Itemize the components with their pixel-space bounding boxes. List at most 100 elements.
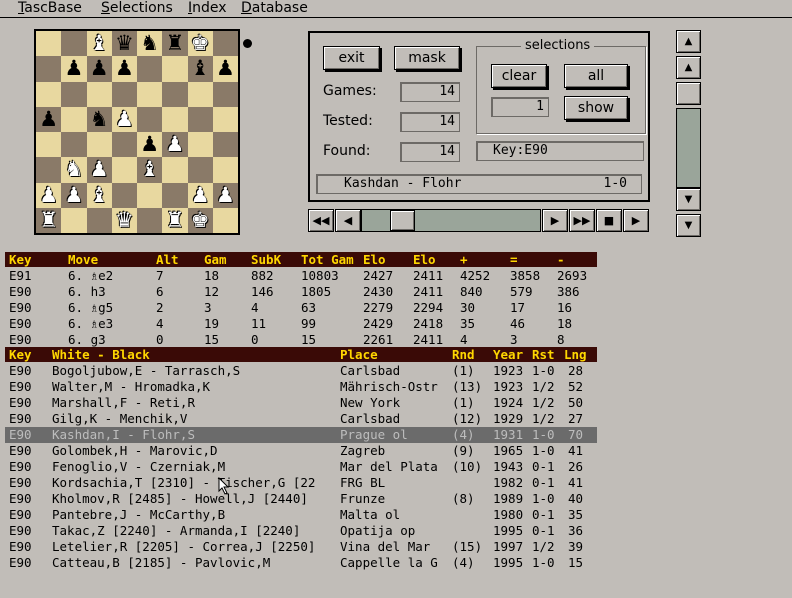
scroll-down-button[interactable]: ▼	[676, 188, 701, 211]
black-pawn-icon[interactable]: ♟	[115, 58, 134, 79]
all-button[interactable]: all	[564, 64, 628, 88]
board-square[interactable]: ♟	[36, 106, 62, 132]
board-square[interactable]: ♟	[111, 56, 137, 82]
black-pawn-icon[interactable]: ♟	[90, 58, 109, 79]
board-square[interactable]: ♜	[162, 31, 188, 57]
white-bishop-icon[interactable]: ♝	[90, 33, 109, 54]
table-row[interactable]: E90 Letelier,R [2205] - Correa,J [2250] Vi…	[5, 539, 597, 555]
board-square[interactable]	[111, 81, 137, 107]
scroll-up-button[interactable]: ▲	[676, 56, 701, 79]
scroll-top-button[interactable]: ▲	[676, 30, 701, 53]
board-square[interactable]	[212, 31, 238, 57]
white-bishop-icon[interactable]: ♝	[90, 184, 109, 206]
rewind-button[interactable]: ◀◀	[308, 209, 334, 232]
board-square[interactable]	[137, 182, 163, 208]
table-row[interactable]: E90 Golombek,H - Marovic,D Zagreb (9) 1965 1-…	[5, 443, 597, 459]
board-square[interactable]	[212, 157, 238, 183]
board-square[interactable]	[137, 207, 163, 233]
black-pawn-icon[interactable]: ♟	[39, 108, 58, 130]
mask-button[interactable]: mask	[394, 46, 460, 70]
show-button[interactable]: show	[564, 96, 628, 120]
table-row[interactable]: E90 Fenoglio,V - Czerniak,M Mar del Plata (…	[5, 459, 597, 475]
board-square[interactable]	[162, 56, 188, 82]
black-knight-icon[interactable]: ♞	[140, 33, 159, 54]
board-square[interactable]	[187, 81, 213, 107]
board-square[interactable]	[86, 207, 112, 233]
board-square[interactable]	[111, 132, 137, 158]
table-row[interactable]: E90 Catteau,B [2185] - Pavlovic,M Cappelle…	[5, 555, 597, 571]
white-pawn-icon[interactable]: ♟	[191, 184, 210, 206]
white-rook-icon[interactable]: ♜	[165, 209, 184, 231]
board-square[interactable]	[187, 157, 213, 183]
white-rook-icon[interactable]: ♜	[39, 209, 58, 231]
board-square[interactable]: ♟	[36, 182, 62, 208]
board-square[interactable]: ♛	[111, 31, 137, 57]
scroll-thumb[interactable]	[676, 82, 701, 105]
black-queen-icon[interactable]: ♛	[115, 33, 134, 54]
menu-tascbase[interactable]: TascBase	[18, 0, 82, 17]
table-row[interactable]: E91 6. ♗e2 7 18 882 10803 2427 2411 4252 3858 2693	[5, 268, 597, 284]
scroll-track[interactable]	[676, 108, 701, 188]
board-square[interactable]	[162, 81, 188, 107]
board-square[interactable]	[212, 106, 238, 132]
board-square[interactable]: ♞	[137, 31, 163, 57]
table-row[interactable]: E90 Kholmov,R [2485] - Howell,J [2440] Fru…	[5, 491, 597, 507]
table-row[interactable]: E90 Gilg,K - Menchik,V Carlsbad (12) 1929 1/2…	[5, 411, 597, 427]
menu-database[interactable]: Database	[241, 0, 308, 17]
board-square[interactable]: ♞	[86, 106, 112, 132]
black-rook-icon[interactable]: ♜	[165, 33, 184, 54]
board-square[interactable]	[111, 182, 137, 208]
board-square[interactable]: ♝	[86, 31, 112, 57]
white-pawn-icon[interactable]: ♟	[39, 184, 58, 206]
table-row[interactable]: E90 6. h3 6 12 146 1805 2430 2411 840 579 386	[5, 284, 597, 300]
board-square[interactable]	[61, 81, 87, 107]
table-row[interactable]: E90 6. ♗g5 2 3 4 63 2279 2294 30 17 16	[5, 300, 597, 316]
white-pawn-icon[interactable]: ♟	[115, 108, 134, 130]
white-king-icon[interactable]: ♚	[191, 33, 210, 54]
board-square[interactable]: ♝	[187, 56, 213, 82]
board-square[interactable]: ♟	[212, 182, 238, 208]
stop-button[interactable]: ■	[596, 209, 622, 232]
game-position-slider[interactable]	[361, 209, 541, 232]
board-square[interactable]: ♟	[162, 132, 188, 158]
white-king-icon[interactable]: ♚	[191, 209, 210, 231]
board-square[interactable]	[212, 81, 238, 107]
board-square[interactable]	[212, 132, 238, 158]
board-square[interactable]: ♛	[111, 207, 137, 233]
table-row[interactable]: E90 Takac,Z [2240] - Armanda,I [2240] Opat…	[5, 523, 597, 539]
board-square[interactable]: ♜	[36, 207, 62, 233]
table-row[interactable]: E90 Walter,M - Hromadka,K Mährisch-Ostr (13…	[5, 379, 597, 395]
slider-thumb[interactable]	[390, 210, 415, 231]
board-square[interactable]: ♟	[86, 157, 112, 183]
board-square[interactable]: ♟	[187, 182, 213, 208]
table-row[interactable]: E90 6. g3 0 15 0 15 2261 2411 4 3 8	[5, 332, 597, 348]
white-pawn-icon[interactable]: ♟	[90, 159, 109, 180]
table-row[interactable]: E90 Kordsachia,T [2310] - Tischer,G [22 FR…	[5, 475, 597, 491]
board-square[interactable]: ♝	[86, 182, 112, 208]
table-row[interactable]: E90 6. ♗e3 4 19 11 99 2429 2418 35 46 18	[5, 316, 597, 332]
board-square[interactable]	[61, 132, 87, 158]
step-back-button[interactable]: ◀	[335, 209, 361, 232]
board-square[interactable]	[36, 157, 62, 183]
scroll-bottom-button[interactable]: ▼	[676, 214, 701, 237]
board-square[interactable]	[137, 81, 163, 107]
board-square[interactable]: ♞	[61, 157, 87, 183]
board-square[interactable]	[61, 207, 87, 233]
board-square[interactable]	[86, 132, 112, 158]
board-square[interactable]: ♟	[111, 106, 137, 132]
board-square[interactable]: ♟	[86, 56, 112, 82]
white-queen-icon[interactable]: ♛	[115, 209, 134, 231]
menu-index[interactable]: Index	[188, 0, 227, 17]
board-square[interactable]	[162, 157, 188, 183]
board-square[interactable]	[137, 56, 163, 82]
exit-button[interactable]: exit	[323, 46, 380, 70]
board-square[interactable]	[36, 31, 62, 57]
step-forward-button[interactable]: ▶	[542, 209, 568, 232]
white-pawn-icon[interactable]: ♟	[216, 184, 235, 206]
white-pawn-icon[interactable]: ♟	[64, 184, 83, 206]
white-bishop-icon[interactable]: ♝	[140, 159, 159, 180]
white-knight-icon[interactable]: ♞	[64, 159, 83, 180]
board-square[interactable]	[86, 81, 112, 107]
fast-forward-button[interactable]: ▶▶	[569, 209, 595, 232]
board-square[interactable]: ♟	[61, 182, 87, 208]
